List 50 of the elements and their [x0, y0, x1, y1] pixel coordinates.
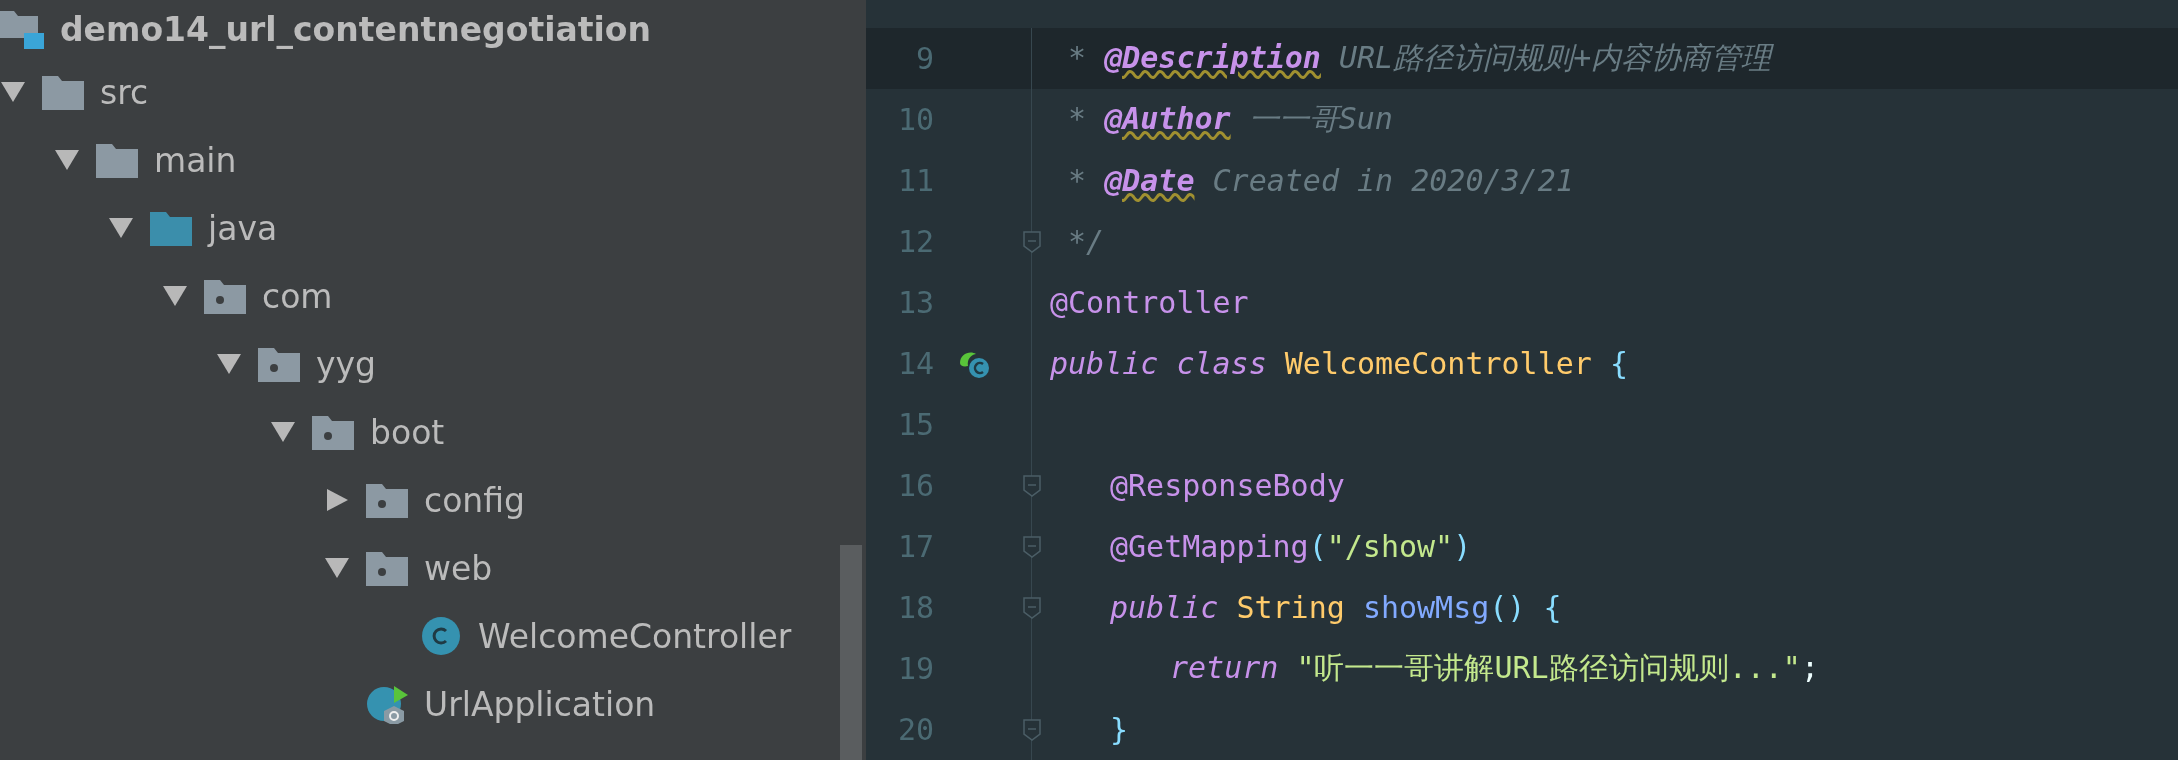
line-number: 10 [896, 102, 934, 137]
code-line: @Controller [1050, 285, 1249, 320]
expanded-arrow-icon[interactable] [216, 352, 242, 376]
line-number: 14 [896, 346, 934, 381]
code-line: * @Date Created in 2020/3/21 [1067, 163, 1574, 198]
collapsed-arrow-icon[interactable] [324, 488, 350, 512]
tree-item[interactable]: yyg [316, 344, 376, 384]
code-line: } [1110, 712, 1129, 747]
code-line: @GetMapping("/show") [1110, 529, 1472, 564]
scrollbar[interactable] [840, 545, 862, 760]
code-line: public class WelcomeController { [1050, 346, 1628, 381]
spring-app-icon [364, 684, 410, 724]
fold-marker-icon[interactable] [1023, 474, 1041, 497]
line-number: 18 [896, 590, 934, 625]
fold-marker-icon[interactable] [1023, 535, 1041, 558]
tree-item[interactable]: UrlApplication [424, 684, 656, 724]
tree-item[interactable]: WelcomeController [478, 616, 792, 656]
tree-item[interactable]: main [154, 140, 237, 180]
expanded-arrow-icon[interactable] [324, 556, 350, 580]
line-number: 9 [914, 41, 934, 76]
line-number: 16 [896, 468, 934, 503]
tree-item[interactable]: com [262, 276, 333, 316]
line-number: 11 [896, 163, 934, 198]
expanded-arrow-icon[interactable] [54, 148, 80, 172]
project-name[interactable]: demo14_url_contentnegotiation [60, 9, 651, 49]
expanded-arrow-icon[interactable] [162, 284, 188, 308]
line-number: 19 [896, 651, 934, 686]
tree-item[interactable]: src [100, 72, 149, 112]
expanded-arrow-icon[interactable] [0, 80, 26, 104]
code-line: * @Description URL路径访问规则+内容协商管理 [1067, 39, 1772, 77]
expanded-arrow-icon[interactable] [270, 420, 296, 444]
line-number: 13 [896, 285, 934, 320]
fold-marker-icon[interactable] [1023, 718, 1041, 741]
line-number: 15 [896, 407, 934, 442]
tree-item[interactable]: web [424, 548, 493, 588]
fold-marker-icon[interactable] [1023, 596, 1041, 619]
code-line: return "听一一哥讲解URL路径访问规则..."; [1170, 649, 1819, 687]
tree-item[interactable]: java [208, 208, 278, 248]
code-line: @ResponseBody [1110, 468, 1345, 503]
code-line: public String showMsg() { [1110, 590, 1562, 625]
line-number: 17 [896, 529, 934, 564]
tree-item[interactable]: boot [370, 412, 445, 452]
code-line: */ [1067, 224, 1105, 259]
expanded-arrow-icon[interactable] [108, 216, 134, 240]
line-number: 20 [896, 712, 934, 747]
line-number: 12 [896, 224, 934, 259]
code-line: * @Author 一一哥Sun [1067, 100, 1393, 138]
fold-marker-icon[interactable] [1023, 230, 1041, 253]
tree-item[interactable]: config [424, 480, 525, 520]
project-folder-icon [0, 9, 46, 49]
